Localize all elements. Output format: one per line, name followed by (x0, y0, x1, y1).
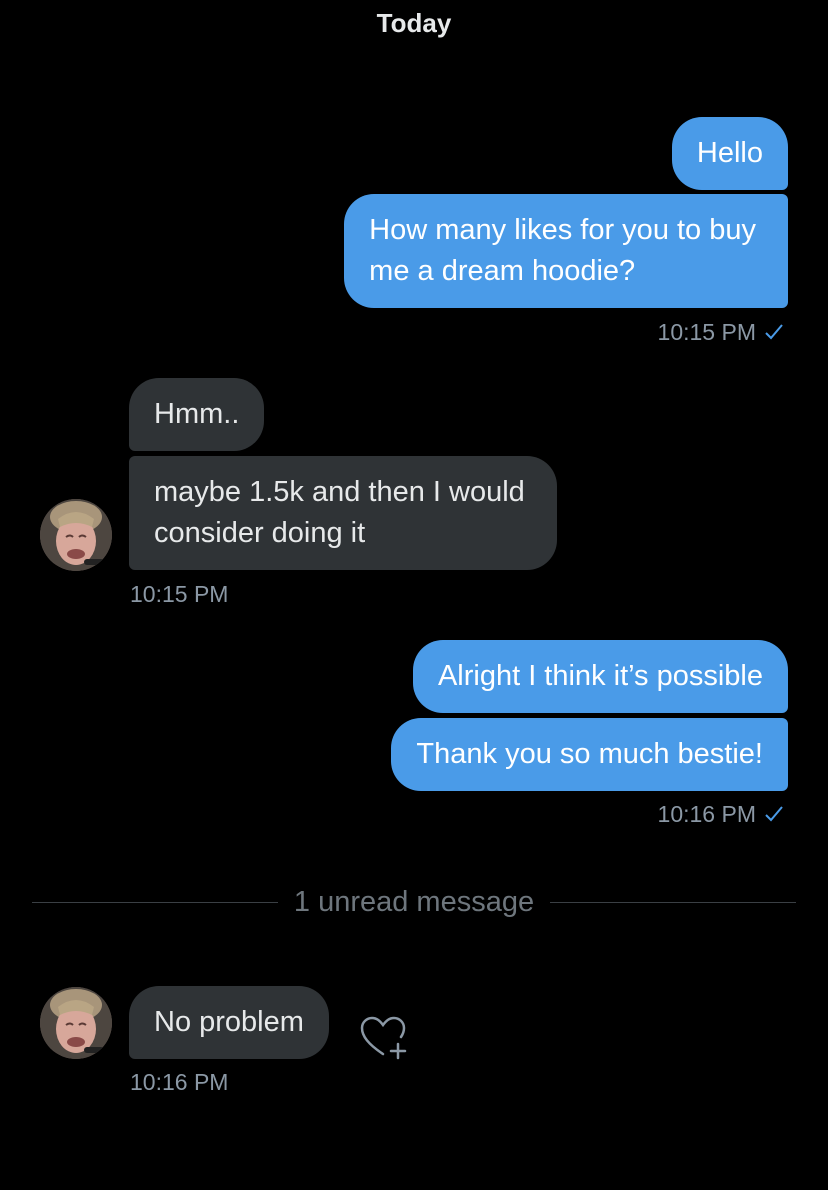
outgoing-message-bubble[interactable]: Thank you so much bestie! (391, 718, 788, 791)
message-text-line: How many likes for you to buy (369, 214, 756, 246)
check-icon (765, 324, 783, 340)
message-text: Thank you so much bestie! (416, 738, 763, 770)
date-header: Today (376, 8, 452, 38)
avatar[interactable] (40, 987, 112, 1059)
incoming-message-bubble[interactable]: No problem (129, 986, 329, 1059)
message-text: No problem (154, 1006, 304, 1038)
message-text-line: maybe 1.5k and then I would (154, 476, 525, 508)
outgoing-message-bubble[interactable]: How many likes for you to buy me a dream… (344, 194, 788, 308)
unread-label: 1 unread message (293, 885, 535, 918)
message-timestamp: 10:16 PM (130, 1069, 229, 1095)
incoming-message-bubble[interactable]: maybe 1.5k and then I would consider doi… (129, 456, 557, 570)
unread-divider: 1 unread message (32, 880, 796, 924)
message-text: Hello (696, 137, 763, 169)
divider-line (550, 901, 796, 903)
avatar-image (40, 987, 112, 1059)
avatar[interactable] (40, 499, 112, 571)
message-timestamp: 10:15 PM (130, 581, 229, 607)
timestamp-text: 10:16 PM (657, 801, 756, 827)
heart-plus-icon[interactable] (358, 1014, 408, 1060)
check-icon (765, 806, 783, 822)
message-text-line: consider doing it (154, 517, 366, 549)
divider-line (32, 901, 278, 903)
timestamp-text: 10:15 PM (657, 319, 756, 345)
message-timestamp: 10:16 PM (658, 800, 784, 828)
message-text: Alright I think it’s possible (437, 660, 763, 692)
message-timestamp: 10:15 PM (658, 318, 784, 346)
outgoing-message-bubble[interactable]: Hello (671, 117, 788, 190)
avatar-image (40, 499, 112, 571)
incoming-message-bubble[interactable]: Hmm.. (129, 378, 265, 451)
outgoing-message-bubble[interactable]: Alright I think it’s possible (412, 640, 788, 713)
conversation-view: Today Hello How many likes for you to bu… (0, 0, 828, 1190)
message-text: Hmm.. (154, 398, 240, 430)
message-text-line: me a dream hoodie? (369, 255, 636, 287)
